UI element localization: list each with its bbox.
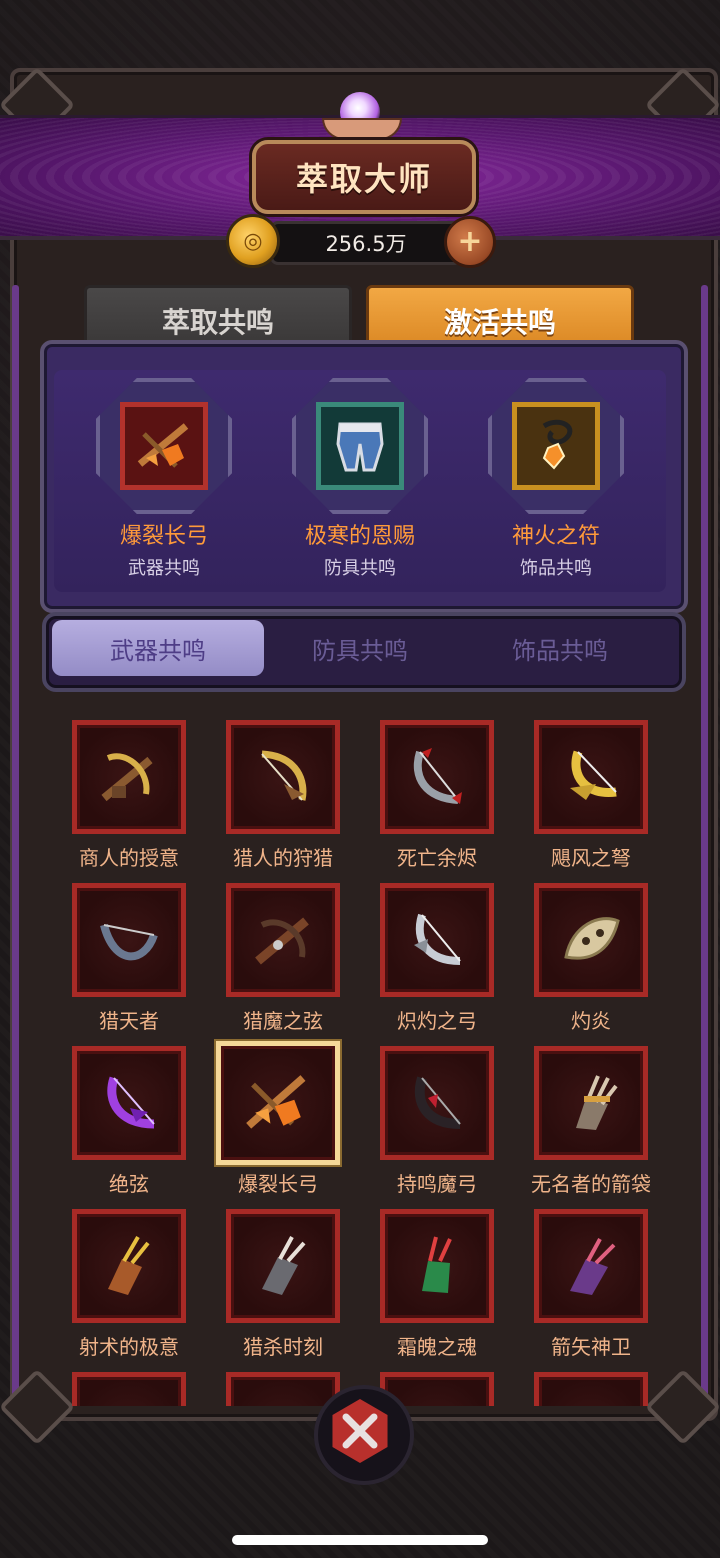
bow-icon (380, 720, 494, 834)
item-cell[interactable]: 箭矢神卫 (514, 1209, 668, 1360)
crossbow-icon (226, 883, 340, 997)
quiver-icon (534, 1209, 648, 1323)
item-cell[interactable]: 灼炎 (514, 883, 668, 1034)
gold-coin-icon: ◎ (226, 214, 280, 268)
bow-icon (534, 883, 648, 997)
resonance-slot-weapon[interactable]: 爆裂长弓 武器共鸣 (74, 378, 254, 580)
item-cell[interactable]: 持鸣魔弓 (360, 1046, 514, 1197)
currency-amount: 256.5万 (325, 232, 407, 256)
resonance-type: 防具共鸣 (324, 558, 396, 579)
bow-icon (380, 883, 494, 997)
item-cell[interactable]: 飓风之弩 (514, 720, 668, 871)
add-currency-button[interactable]: + (444, 216, 496, 268)
item-cell[interactable]: 死亡余烬 (360, 720, 514, 871)
item-cell[interactable]: 炽灼之弓 (360, 883, 514, 1034)
tab-label: 萃取共鸣 (161, 306, 274, 339)
item-name: 死亡余烬 (397, 846, 477, 870)
subtab-armor[interactable]: 防具共鸣 (254, 620, 466, 676)
quiver-icon (534, 1046, 648, 1160)
slot-octagon (292, 378, 428, 514)
item-name: 射术的极意 (79, 1335, 179, 1359)
resonance-item-name: 极寒的恩赐 (304, 524, 415, 549)
frame-left-rail (12, 285, 19, 1405)
item-cell[interactable]: 猎杀时刻 (206, 1209, 360, 1360)
item-name: 无名者的箭袋 (531, 1172, 651, 1196)
page-title: 萃取大师 (295, 160, 432, 198)
item-cell[interactable] (514, 1372, 668, 1406)
resonance-item-name: 神火之符 (511, 524, 600, 549)
subtab-weapon[interactable]: 武器共鸣 (52, 620, 264, 676)
item-cell[interactable]: 商人的授意 (52, 720, 206, 871)
item-name: 爆裂长弓 (238, 1172, 318, 1196)
item-name: 霜魄之魂 (397, 1335, 477, 1359)
subtab-label: 防具共鸣 (312, 636, 408, 665)
bow-icon (534, 720, 648, 834)
item-slot-partial (534, 1372, 648, 1406)
item-name: 猎杀时刻 (243, 1335, 323, 1359)
item-cell[interactable]: 射术的极意 (52, 1209, 206, 1360)
item-cell[interactable] (52, 1372, 206, 1406)
home-indicator[interactable] (232, 1535, 488, 1545)
item-name: 商人的授意 (79, 846, 179, 870)
bow-icon (72, 883, 186, 997)
item-cell[interactable]: 猎天者 (52, 883, 206, 1034)
bow-icon (72, 1046, 186, 1160)
bow-icon (380, 1046, 494, 1160)
crossbow-icon (120, 402, 208, 490)
item-name: 飓风之弩 (551, 846, 631, 870)
item-cell[interactable]: 霜魄之魂 (360, 1209, 514, 1360)
tab-label: 激活共鸣 (443, 306, 556, 339)
close-icon (342, 1413, 378, 1449)
quiver-icon (226, 1209, 340, 1323)
item-cell[interactable]: 无名者的箭袋 (514, 1046, 668, 1197)
item-grid: 商人的授意 猎人的狩猎 死亡余烬 飓风之弩 猎天者 猎魔之弦 炽灼之弓 灼炎 绝… (20, 700, 700, 1406)
quiver-icon (380, 1209, 494, 1323)
item-cell[interactable]: 猎魔之弦 (206, 883, 360, 1034)
amulet-icon (512, 402, 600, 490)
item-name: 箭矢神卫 (551, 1335, 631, 1359)
item-name: 绝弦 (109, 1172, 149, 1196)
quiver-icon (72, 1209, 186, 1323)
item-slot-partial (226, 1372, 340, 1406)
resonance-slot-armor[interactable]: 极寒的恩赐 防具共鸣 (270, 378, 450, 580)
pants-icon (316, 402, 404, 490)
bow-icon (226, 720, 340, 834)
resonance-type: 武器共鸣 (128, 558, 200, 579)
resonance-item-name: 爆裂长弓 (119, 524, 208, 549)
subtab-label: 饰品共鸣 (512, 636, 608, 665)
item-slot-partial (72, 1372, 186, 1406)
item-cell[interactable]: 绝弦 (52, 1046, 206, 1197)
hand-icon (322, 118, 402, 140)
item-name: 猎魔之弦 (243, 1009, 323, 1033)
item-name: 灼炎 (571, 1009, 611, 1033)
subtab-label: 武器共鸣 (110, 636, 206, 665)
slot-octagon (96, 378, 232, 514)
subtab-accessory[interactable]: 饰品共鸣 (454, 620, 666, 676)
item-cell[interactable]: 猎人的狩猎 (206, 720, 360, 871)
slot-octagon (488, 378, 624, 514)
item-name: 炽灼之弓 (397, 1009, 477, 1033)
item-name: 猎天者 (99, 1009, 159, 1033)
currency-bar: 256.5万 (270, 221, 462, 265)
resonance-type: 饰品共鸣 (520, 558, 592, 579)
crossbow-icon (216, 1041, 340, 1165)
item-name: 猎人的狩猎 (233, 846, 333, 870)
title-plate: 萃取大师 (252, 140, 476, 214)
resonance-slot-accessory[interactable]: 神火之符 饰品共鸣 (466, 378, 646, 580)
item-cell-selected[interactable]: 爆裂长弓 (201, 1041, 355, 1197)
crossbow-icon (72, 720, 186, 834)
item-name: 持鸣魔弓 (397, 1172, 477, 1196)
frame-right-rail (701, 285, 708, 1405)
